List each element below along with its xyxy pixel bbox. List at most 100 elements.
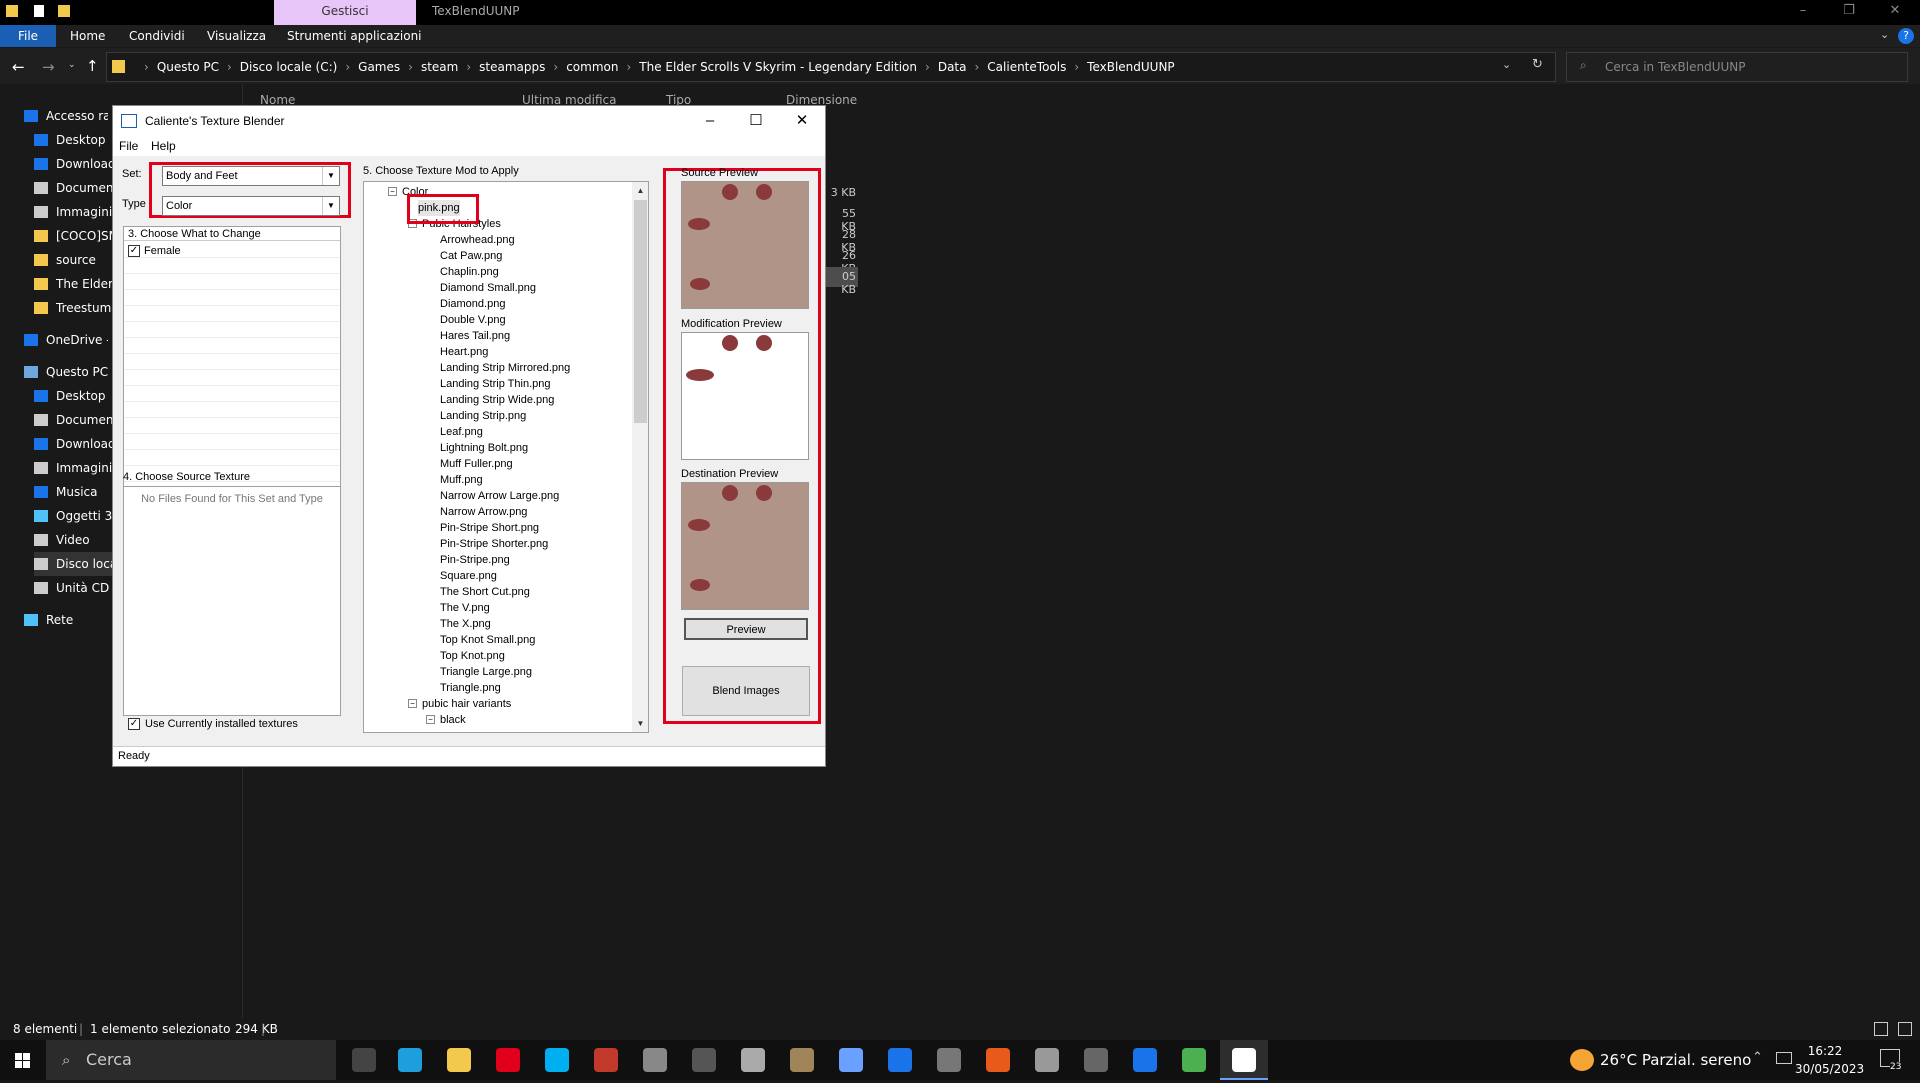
network-icon[interactable] (1776, 1052, 1792, 1064)
nav-item-3d-objects[interactable]: Oggetti 3D (34, 504, 118, 528)
nav-item-onedrive[interactable]: OneDrive - P (24, 328, 108, 352)
preview-button[interactable]: Preview (684, 618, 808, 640)
tree-node-file[interactable]: Chaplin.png (440, 264, 499, 280)
app-icon[interactable] (937, 1048, 961, 1072)
nav-item-images[interactable]: Immagini (34, 200, 118, 224)
tree-node-file[interactable]: Top Knot.png (440, 648, 505, 664)
tree-node-file[interactable]: The Short Cut.png (440, 584, 530, 600)
tree-node-file[interactable]: Leaf.png (440, 424, 483, 440)
set-select[interactable]: Body and Feet ▼ (162, 166, 340, 186)
blend-images-button[interactable]: Blend Images (682, 666, 810, 716)
nav-item-documents[interactable]: Documenti (34, 408, 118, 432)
app-icon[interactable] (1182, 1048, 1206, 1072)
tree-node-file[interactable]: Diamond.png (440, 296, 505, 312)
start-button[interactable] (0, 1040, 46, 1080)
new-folder-icon[interactable] (58, 5, 70, 17)
collapse-icon[interactable]: − (426, 715, 435, 724)
tree-node-file[interactable]: Square.png (440, 568, 497, 584)
app-icon[interactable] (692, 1048, 716, 1072)
nav-item-treestump-folder[interactable]: TreestumpC (34, 296, 118, 320)
tree-node-file[interactable]: Cat Paw.png (440, 248, 502, 264)
tree-node-file[interactable]: Arrowhead.png (440, 232, 515, 248)
tree-node-file[interactable]: Diamond Small.png (440, 280, 536, 296)
ribbon-expand-icon[interactable]: ⌄ (1880, 28, 1889, 41)
type-select[interactable]: Color ▼ (162, 196, 340, 216)
nav-item-music[interactable]: Musica (34, 480, 118, 504)
tree-scrollbar[interactable]: ▲ ▼ (632, 182, 648, 732)
tree-node-file[interactable]: Pin-Stripe Short.png (440, 520, 539, 536)
nav-item-elder-scrolls-folder[interactable]: The Elder S (34, 272, 118, 296)
breadcrumb-item[interactable]: common (566, 60, 618, 74)
weather-icon[interactable] (1570, 1049, 1594, 1071)
ribbon-context-tab-gestisci[interactable]: Gestisci (274, 0, 416, 25)
forward-icon[interactable]: → (42, 58, 55, 76)
tree-node-file[interactable]: Pin-Stripe Shorter.png (440, 536, 548, 552)
refresh-icon[interactable]: ↻ (1532, 57, 1543, 72)
app-icon[interactable] (643, 1048, 667, 1072)
breadcrumb-item[interactable]: Games (358, 60, 400, 74)
breadcrumb-item[interactable]: CalienteTools (987, 60, 1066, 74)
menu-help[interactable]: Help (151, 136, 176, 156)
source-texture-list[interactable]: No Files Found for This Set and Type (123, 486, 341, 716)
properties-icon[interactable] (34, 5, 44, 17)
clock[interactable]: 16:22 30/05/2023 (1795, 1042, 1864, 1078)
nav-item-source-folder[interactable]: source (34, 248, 118, 272)
up-icon[interactable]: ↑ (86, 57, 99, 75)
search-input[interactable]: Cerca in TexBlendUUNP (1566, 52, 1908, 82)
tree-node-file[interactable]: Pin-Stripe.png (440, 552, 510, 568)
ribbon-tab-strumenti[interactable]: Strumenti applicazioni (287, 25, 422, 47)
tree-node-file[interactable]: Landing Strip.png (440, 408, 526, 424)
chevron-down-icon[interactable]: ▼ (322, 167, 339, 185)
nav-item-download[interactable]: Download (34, 152, 118, 176)
tree-node-file[interactable]: The V.png (440, 600, 490, 616)
nav-item-quick-access[interactable]: Accesso rapi (24, 104, 108, 128)
nav-item-cd-drive[interactable]: Unità CD (J (34, 576, 118, 600)
skype-icon[interactable] (545, 1048, 569, 1072)
app-icon[interactable] (1133, 1048, 1157, 1072)
scroll-down-icon[interactable]: ▼ (632, 715, 648, 732)
back-icon[interactable]: ← (12, 58, 25, 76)
breadcrumb-item[interactable]: Questo PC (157, 60, 219, 74)
tree-node-group[interactable]: pubic hair variants (422, 696, 511, 712)
maximize-icon[interactable]: ❐ (1826, 0, 1872, 25)
breadcrumb[interactable]: › Questo PC › Disco locale (C:) › Games › steam… (136, 52, 1175, 82)
tree-node-file[interactable]: Hares Tail.png (440, 328, 510, 344)
breadcrumb-item[interactable]: steamapps (479, 60, 545, 74)
nav-item-desktop[interactable]: Desktop (34, 128, 118, 152)
tree-node-file[interactable]: The X.png (440, 616, 491, 632)
tree-node-file[interactable]: Double V.png (440, 312, 506, 328)
nav-item-documents[interactable]: Documenti (34, 176, 118, 200)
details-view-icon[interactable] (1874, 1022, 1888, 1036)
tree-node-file[interactable]: Muff Fuller.png (440, 456, 513, 472)
ribbon-tab-file[interactable]: File (0, 25, 56, 47)
breadcrumb-item[interactable]: Disco locale (C:) (240, 60, 338, 74)
tree-node-file[interactable]: Triangle Large.png (440, 664, 532, 680)
recent-locations-icon[interactable]: ⌄ (68, 60, 76, 70)
nav-item-images[interactable]: Immagini (34, 456, 118, 480)
nav-item-desktop[interactable]: Desktop (34, 384, 118, 408)
app-icon[interactable] (790, 1048, 814, 1072)
minimize-icon[interactable]: – (1780, 0, 1826, 25)
opera-icon[interactable] (496, 1048, 520, 1072)
minimize-icon[interactable]: – (687, 106, 733, 136)
texture-mod-tree[interactable]: − Color pink.png − Pubic Hairstyles Arrowhead… (363, 181, 649, 733)
ribbon-tab-condividi[interactable]: Condividi (129, 25, 185, 47)
tree-node-folder[interactable]: black (440, 712, 466, 728)
app-icon[interactable] (741, 1048, 765, 1072)
breadcrumb-item[interactable]: Data (938, 60, 967, 74)
close-icon[interactable]: ✕ (1872, 0, 1918, 25)
address-dropdown-icon[interactable]: ⌄ (1502, 58, 1511, 71)
large-icons-view-icon[interactable] (1898, 1022, 1912, 1036)
nav-item-this-pc[interactable]: Questo PC (24, 360, 108, 384)
tree-node-file[interactable]: Heart.png (440, 344, 488, 360)
nav-item-network[interactable]: Rete (24, 608, 108, 632)
file-explorer-icon[interactable] (447, 1048, 471, 1072)
edge-icon[interactable] (398, 1048, 422, 1072)
app-icon[interactable] (594, 1048, 618, 1072)
app-icon[interactable] (1084, 1048, 1108, 1072)
chevron-down-icon[interactable]: ▼ (322, 197, 339, 215)
nav-item-video[interactable]: Video (34, 528, 118, 552)
app-icon[interactable] (839, 1048, 863, 1072)
nav-item-coco-folder[interactable]: [COCO]SM (34, 224, 118, 248)
show-hidden-icons-icon[interactable]: ⌃ (1752, 1050, 1763, 1065)
